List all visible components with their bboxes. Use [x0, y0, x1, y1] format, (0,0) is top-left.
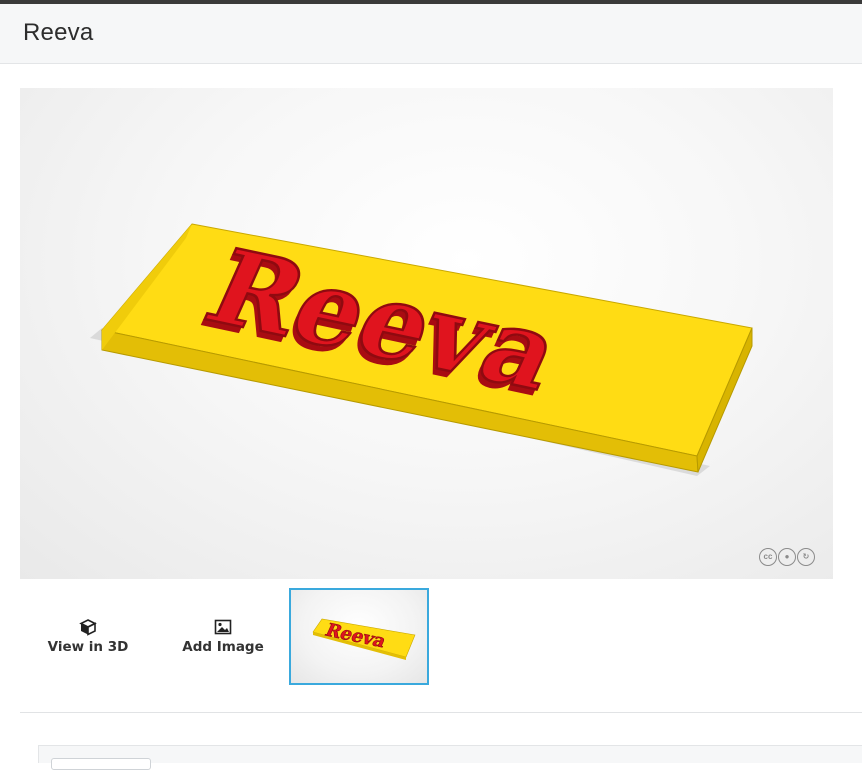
- view-in-3d-label: View in 3D: [47, 638, 129, 655]
- media-actions: View in 3D Add Image Reeva: [20, 588, 440, 685]
- page-title: Reeva: [23, 19, 94, 46]
- thumbnail-text: Reeva: [322, 620, 389, 652]
- license-icons: cc ● ↻: [759, 548, 815, 566]
- cc-icon: cc: [759, 548, 777, 566]
- model-render: Reeva Reeva: [90, 223, 753, 476]
- panel-button[interactable]: [51, 758, 151, 770]
- view-in-3d-button[interactable]: View in 3D: [20, 588, 156, 684]
- section-divider: [20, 712, 862, 713]
- details-panel: [38, 745, 862, 770]
- attribution-icon: ●: [778, 548, 796, 566]
- image-icon: [214, 619, 232, 634]
- page-header: Reeva: [0, 4, 862, 64]
- thumbnail-selected[interactable]: Reeva: [289, 588, 429, 685]
- cube-icon: [79, 618, 97, 636]
- share-alike-icon: ↻: [797, 548, 815, 566]
- model-preview[interactable]: Reeva Reeva cc ● ↻: [20, 88, 833, 579]
- add-image-button[interactable]: Add Image: [155, 588, 291, 684]
- thumbnail-image: Reeva: [312, 618, 416, 660]
- add-image-label: Add Image: [182, 638, 264, 655]
